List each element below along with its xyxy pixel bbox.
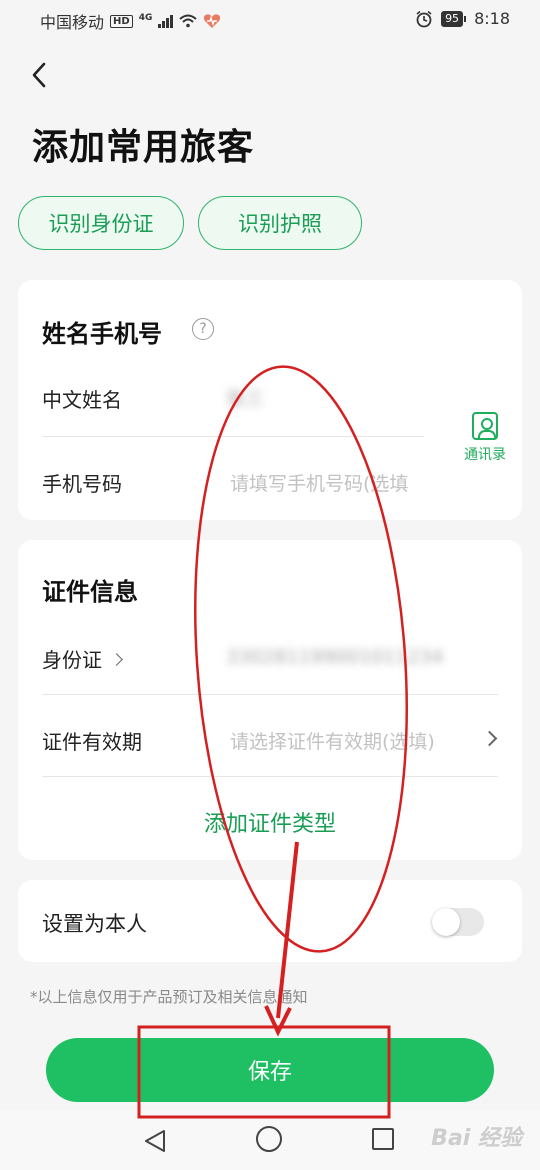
nav-home-icon[interactable] [256, 1126, 282, 1152]
id-type-label: 身份证 [42, 648, 102, 672]
chevron-right-icon [110, 653, 124, 666]
name-label: 中文姓名 [42, 388, 122, 412]
nav-back-icon[interactable] [142, 1128, 168, 1154]
document-card: 证件信息 身份证 330281199001011234 证件有效期 请选择证件有… [18, 540, 522, 860]
phone-input[interactable]: 请填写手机号码(选填 [230, 469, 426, 496]
annotation-arrow-head [264, 1005, 292, 1037]
network-label: 4G [138, 13, 153, 23]
health-heart-icon [204, 14, 221, 28]
status-right: 95 8:18 [415, 9, 510, 28]
validity-label: 证件有效期 [42, 730, 142, 754]
alarm-icon [416, 10, 432, 27]
status-bar: 中国移动 HD 4G 95 8:18 [0, 0, 540, 38]
scan-passport-button[interactable]: 识别护照 [198, 196, 362, 250]
status-left: 中国移动 HD 4G [40, 9, 221, 33]
wifi-icon [179, 14, 198, 28]
back-icon[interactable] [26, 58, 56, 92]
toggle-knob [432, 908, 460, 936]
name-input[interactable]: 张三 [226, 384, 264, 411]
page-title: 添加常用旅客 [32, 127, 255, 168]
contacts-label: 通讯录 [464, 447, 506, 463]
hd-icon: HD [110, 14, 133, 28]
contacts-button[interactable]: 通讯录 [456, 412, 514, 464]
divider [42, 694, 498, 695]
scan-id-card-button[interactable]: 识别身份证 [18, 196, 184, 250]
save-button[interactable]: 保存 [46, 1038, 494, 1102]
help-icon[interactable]: ? [192, 318, 214, 340]
phone-label: 手机号码 [42, 472, 122, 496]
name-phone-section-title: 姓名手机号 [42, 320, 162, 348]
id-number-input[interactable]: 330281199001011234 [226, 646, 444, 668]
set-self-card: 设置为本人 [18, 880, 522, 962]
set-self-toggle[interactable] [432, 908, 484, 936]
chevron-right-icon[interactable] [481, 730, 498, 747]
divider [42, 776, 498, 777]
id-type-selector[interactable]: 身份证 [42, 644, 124, 673]
carrier-label: 中国移动 [40, 13, 105, 32]
validity-selector[interactable]: 请选择证件有效期(选填) [230, 727, 435, 754]
set-self-label: 设置为本人 [42, 912, 147, 936]
add-document-type-button[interactable]: 添加证件类型 [18, 806, 522, 838]
name-phone-card: 姓名手机号 ? 中文姓名 张三 手机号码 请填写手机号码(选填 通讯录 [18, 280, 522, 520]
baidu-watermark: Bai 经验 [431, 1126, 522, 1151]
battery-icon: 95 [441, 10, 467, 27]
signal-icon [158, 14, 174, 28]
privacy-notice: *以上信息仅用于产品预订及相关信息通知 [30, 988, 308, 1006]
divider [42, 436, 424, 437]
document-section-title: 证件信息 [42, 578, 138, 606]
clock: 8:18 [474, 9, 510, 28]
battery-level: 95 [441, 10, 464, 27]
nav-recent-icon[interactable] [372, 1128, 394, 1150]
contacts-icon [472, 412, 498, 440]
